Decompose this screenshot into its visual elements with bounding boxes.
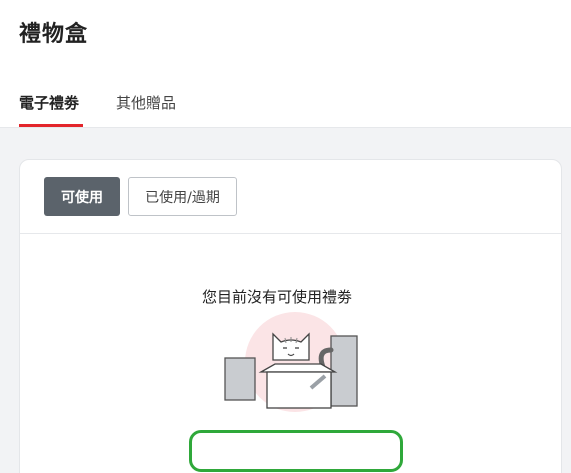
- empty-state-message: 您目前沒有可使用禮劵: [201, 288, 352, 306]
- tab-other-gifts[interactable]: 其他贈品: [116, 92, 176, 113]
- filter-bar: 可使用 已使用/過期: [20, 160, 561, 234]
- empty-message-highlight: [189, 430, 403, 472]
- available-filter-button[interactable]: 可使用: [44, 177, 120, 216]
- used-expired-filter-button[interactable]: 已使用/過期: [128, 177, 237, 216]
- cat-in-box-icon: [224, 312, 358, 412]
- active-tab-indicator: [19, 124, 83, 127]
- page-title: 禮物盒: [19, 22, 89, 47]
- voucher-card: 可使用 已使用/過期: [19, 159, 562, 473]
- tab-e-gift-voucher[interactable]: 電子禮劵: [19, 92, 79, 113]
- header: 禮物盒 電子禮劵 其他贈品: [0, 0, 571, 128]
